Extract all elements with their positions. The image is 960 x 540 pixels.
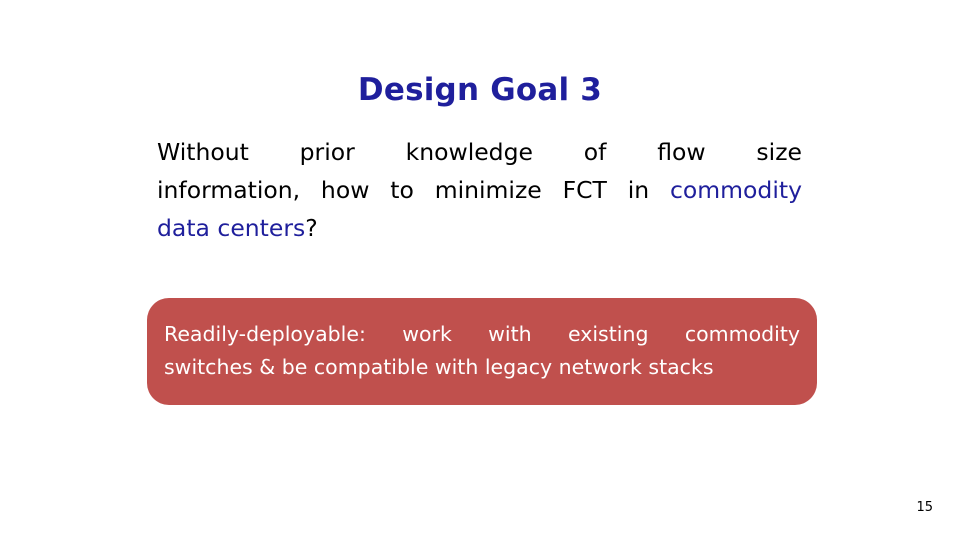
body-line-2-highlight: commodity [669, 176, 802, 204]
body-paragraph: Without prior knowledge of flow size inf… [157, 133, 802, 247]
readily-deployable-callout-box: Readily-deployable: work with existing c… [147, 298, 817, 405]
body-line-3-highlight: data centers [157, 214, 306, 242]
callout-line-1: Readily-deployable: work with existing c… [164, 322, 800, 346]
callout-text-block: Readily-deployable: work with existing c… [164, 318, 800, 384]
body-line-1: Without prior knowledge of flow size [157, 138, 802, 166]
slide-canvas: Design Goal 3 Without prior knowledge of… [0, 0, 960, 540]
page-title: Design Goal 3 [357, 71, 603, 108]
body-line-3: data centers? [157, 209, 802, 247]
body-line-2-plain: information, how to minimize FCT in [157, 176, 670, 204]
callout-line-2: switches & be compatible with legacy net… [164, 355, 714, 379]
body-line-3-question-mark: ? [305, 214, 318, 242]
body-line-2: information, how to minimize FCT in comm… [157, 171, 802, 209]
body-text-block: Without prior knowledge of flow size inf… [157, 133, 802, 247]
page-number: 15 [916, 500, 933, 515]
